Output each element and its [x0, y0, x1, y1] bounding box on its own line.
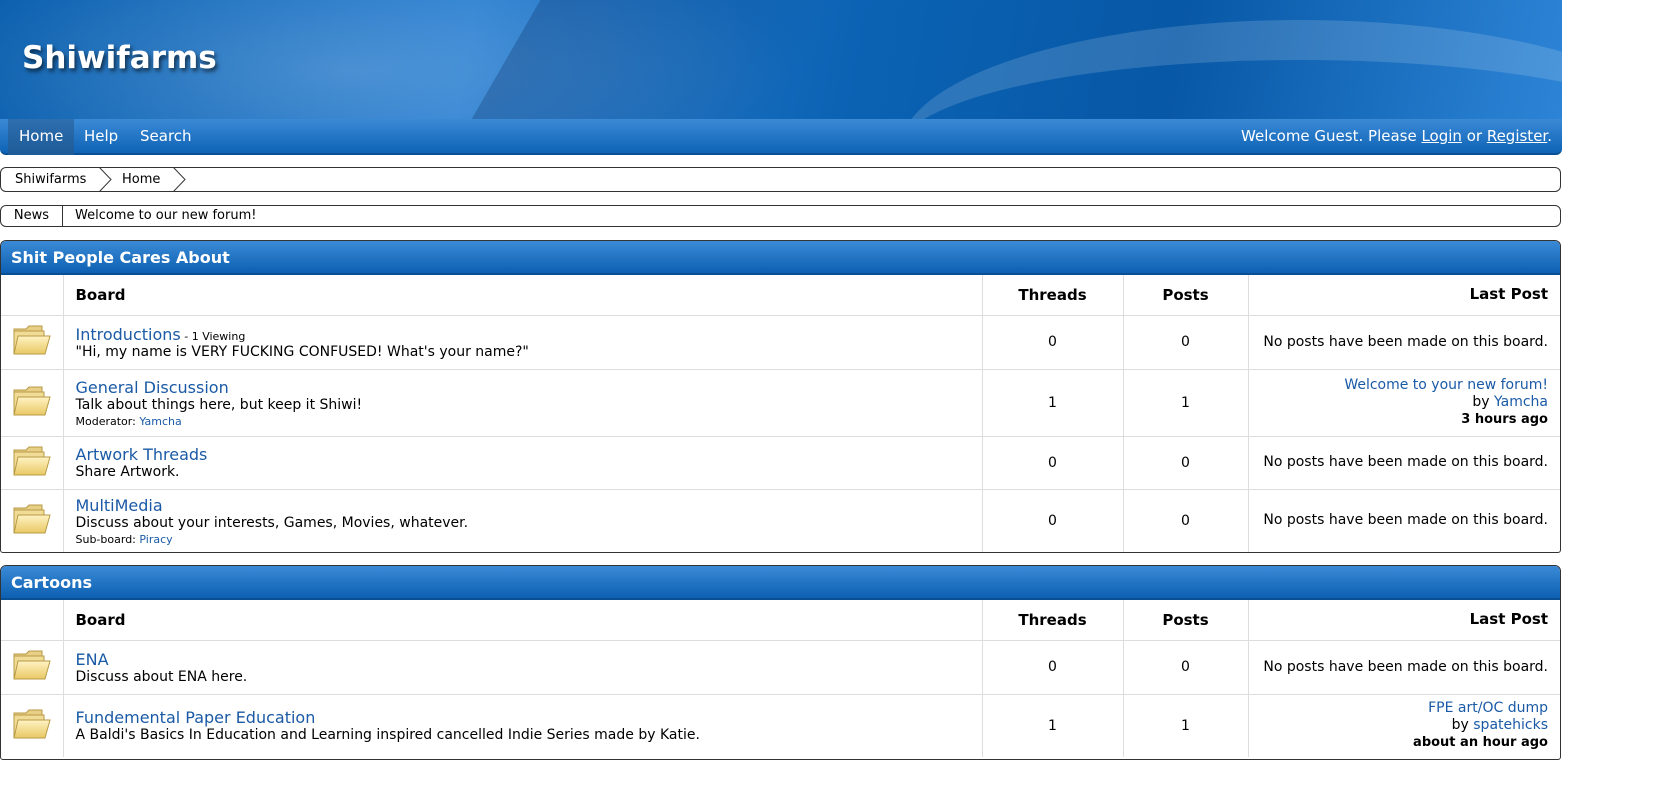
welcome-suffix: .: [1547, 127, 1552, 145]
nav-help[interactable]: Help: [73, 119, 129, 155]
header-posts: Posts: [1123, 275, 1249, 316]
thread-count: 0: [982, 315, 1124, 370]
last-post-user-link[interactable]: Yamcha: [1494, 394, 1548, 410]
post-count: 0: [1123, 315, 1249, 370]
category-title[interactable]: Shit People Cares About: [1, 241, 1560, 275]
board-table: Board Threads Posts Last Post ENA Discus…: [1, 600, 1560, 757]
post-count: 0: [1123, 489, 1249, 552]
last-post-info: No posts have been made on this board.: [1248, 315, 1560, 370]
header-icon-col: [1, 275, 64, 316]
category-title[interactable]: Cartoons: [1, 566, 1560, 600]
table-row: ENA Discuss about ENA here. 0 0 No posts…: [1, 640, 1560, 695]
breadcrumb: Shiwifarms Home: [0, 167, 1561, 192]
breadcrumb-arrow-icon: [98, 167, 112, 192]
header-last-post: Last Post: [1248, 275, 1560, 316]
post-count: 0: [1123, 436, 1249, 490]
thread-count: 1: [982, 694, 1124, 757]
welcome-or: or: [1461, 127, 1487, 145]
board-description: Discuss about your interests, Games, Mov…: [75, 514, 469, 531]
table-header-row: Board Threads Posts Last Post: [1, 600, 1560, 641]
category-shit-people-cares-about: Shit People Cares About Board Threads Po…: [0, 240, 1561, 553]
post-count: 0: [1123, 640, 1249, 695]
header-threads: Threads: [982, 600, 1124, 641]
category-cartoons: Cartoons Board Threads Posts Last Post E…: [0, 565, 1561, 760]
board-description: "Hi, my name is VERY FUCKING CONFUSED! W…: [75, 343, 529, 360]
board-description: Talk about things here, but keep it Shiw…: [75, 396, 363, 413]
news-bar: News Welcome to our new forum!: [0, 205, 1561, 227]
last-post-time: about an hour ago: [1413, 735, 1548, 751]
news-label: News: [1, 206, 63, 226]
table-row: MultiMedia Discuss about your interests,…: [1, 489, 1560, 552]
board-link-ena[interactable]: ENA: [76, 650, 109, 669]
board-link-multimedia[interactable]: MultiMedia: [76, 496, 163, 515]
board-description: Share Artwork.: [75, 464, 180, 480]
site-header: Shiwifarms: [0, 0, 1562, 120]
table-row: General Discussion Talk about things her…: [1, 369, 1560, 437]
post-count: 1: [1123, 369, 1249, 437]
folder-icon[interactable]: [12, 323, 52, 357]
sub-board-label: Sub-board:: [75, 532, 140, 546]
board-link-introductions[interactable]: Introductions: [76, 325, 181, 344]
sub-board-link-piracy[interactable]: Piracy: [139, 533, 172, 546]
news-text: Welcome to our new forum!: [75, 208, 257, 223]
board-table: Board Threads Posts Last Post Introducti…: [1, 275, 1560, 552]
board-description: Discuss about ENA here.: [75, 668, 248, 685]
moderator-info: Moderator: Yamcha: [76, 415, 982, 428]
last-post-by: by: [1472, 394, 1494, 410]
board-link-fundemental-paper-education[interactable]: Fundemental Paper Education: [76, 708, 316, 727]
last-post-info: No posts have been made on this board.: [1248, 640, 1560, 695]
nav-home[interactable]: Home: [8, 119, 75, 155]
welcome-prefix: Welcome Guest. Please: [1241, 127, 1422, 145]
thread-count: 0: [982, 489, 1124, 552]
folder-icon[interactable]: [12, 707, 52, 741]
moderator-link[interactable]: Yamcha: [139, 415, 181, 428]
breadcrumb-arrow-icon: [172, 167, 186, 192]
folder-icon[interactable]: [12, 384, 52, 418]
sub-board-info: Sub-board: Piracy: [76, 533, 982, 546]
nav-search[interactable]: Search: [129, 119, 203, 155]
header-decoration: [900, 20, 1562, 120]
welcome-message: Welcome Guest. Please Login or Register.: [1241, 119, 1552, 155]
post-count: 1: [1123, 694, 1249, 757]
last-post-user-link[interactable]: spatehicks: [1473, 717, 1548, 733]
folder-icon[interactable]: [12, 444, 52, 478]
header-board: Board: [63, 275, 983, 316]
folder-icon[interactable]: [12, 502, 52, 536]
last-post-info: No posts have been made on this board.: [1263, 512, 1548, 529]
table-row: Introductions - 1 Viewing "Hi, my name i…: [1, 315, 1560, 370]
last-post-info: No posts have been made on this board.: [1248, 436, 1560, 490]
header-icon-col: [1, 600, 64, 641]
login-link[interactable]: Login: [1421, 127, 1461, 145]
viewing-count: - 1 Viewing: [180, 329, 246, 343]
thread-count: 0: [982, 436, 1124, 490]
last-post-info: Welcome to your new forum! by Yamcha 3 h…: [1248, 369, 1560, 437]
last-post-info: FPE art/OC dump by spatehicks about an h…: [1248, 694, 1560, 757]
last-post-by: by: [1451, 717, 1474, 734]
table-row: Fundemental Paper Education A Baldi's Ba…: [1, 694, 1560, 757]
thread-count: 1: [982, 369, 1124, 437]
breadcrumb-item-home[interactable]: Home: [122, 168, 160, 191]
moderator-label: Moderator:: [75, 414, 140, 428]
main-navbar: Home Help Search Welcome Guest. Please L…: [0, 119, 1562, 155]
header-threads: Threads: [982, 275, 1124, 316]
board-link-general-discussion[interactable]: General Discussion: [76, 378, 229, 397]
breadcrumb-item-shiwifarms[interactable]: Shiwifarms: [15, 168, 86, 191]
last-post-title-link[interactable]: FPE art/OC dump: [1428, 700, 1548, 716]
thread-count: 0: [982, 640, 1124, 695]
table-row: Artwork Threads Share Artwork. 0 0 No po…: [1, 436, 1560, 490]
header-board: Board: [63, 600, 983, 641]
board-link-artwork-threads[interactable]: Artwork Threads: [76, 445, 208, 464]
folder-icon[interactable]: [12, 648, 52, 682]
register-link[interactable]: Register: [1487, 127, 1547, 145]
site-title[interactable]: Shiwifarms: [22, 40, 217, 76]
last-post-time: 3 hours ago: [1461, 412, 1548, 427]
last-post-title-link[interactable]: Welcome to your new forum!: [1344, 377, 1548, 393]
header-last-post: Last Post: [1248, 600, 1560, 641]
table-header-row: Board Threads Posts Last Post: [1, 275, 1560, 316]
board-description: A Baldi's Basics In Education and Learni…: [75, 727, 700, 744]
header-posts: Posts: [1123, 600, 1249, 641]
